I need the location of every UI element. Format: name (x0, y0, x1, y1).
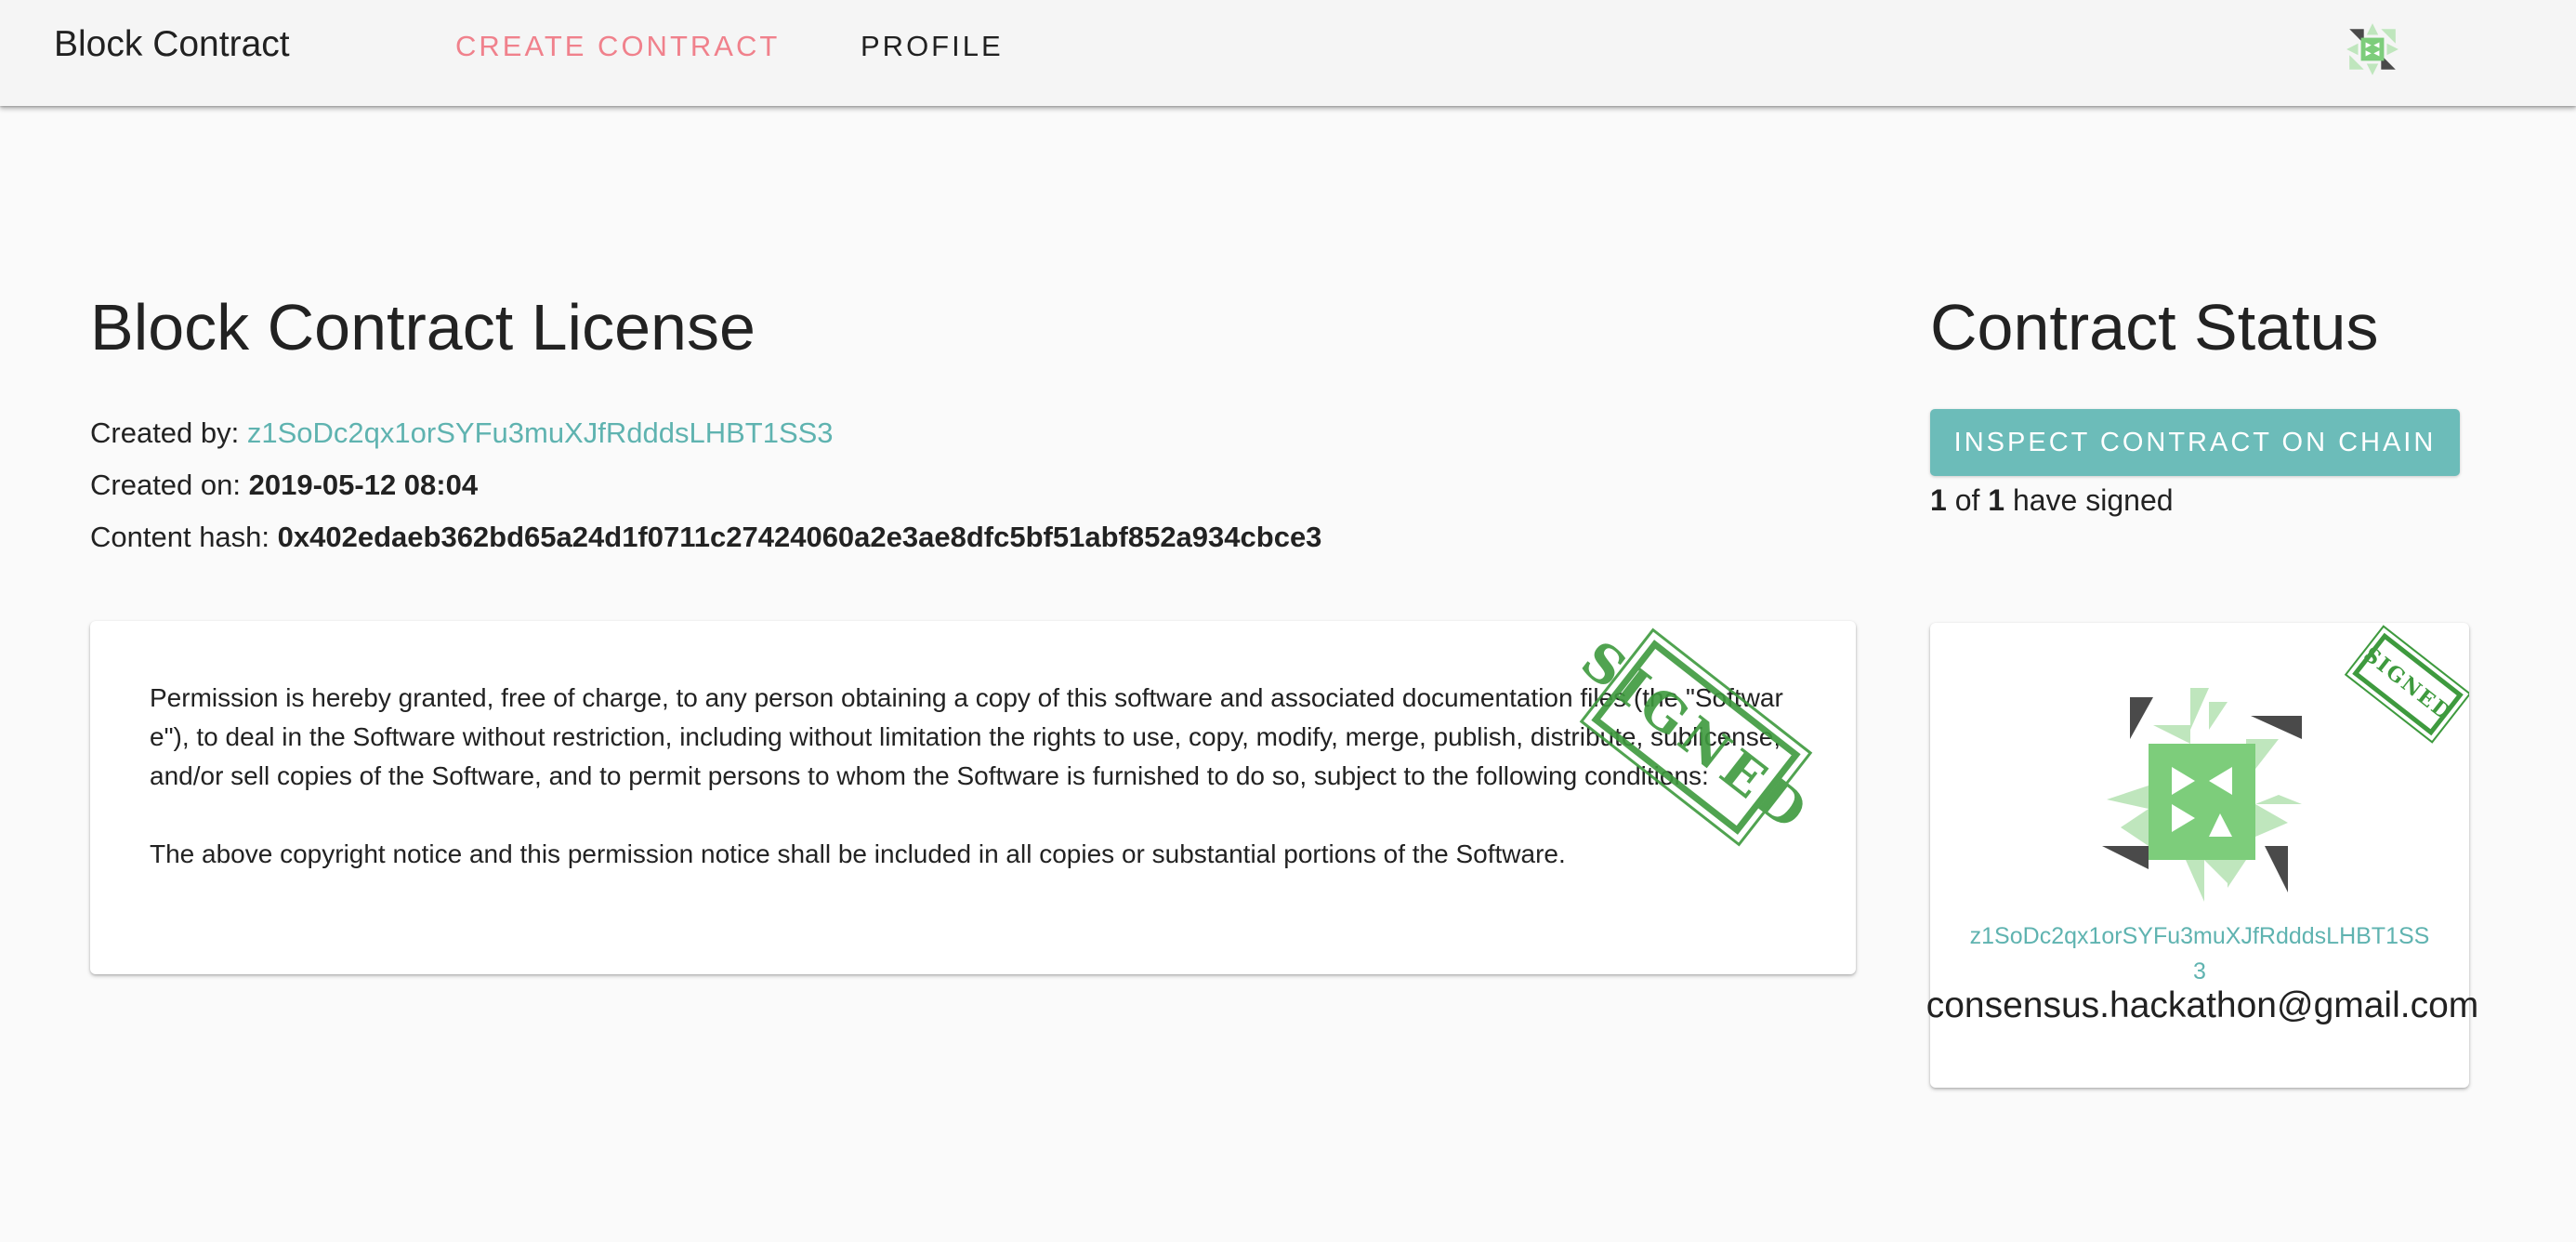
signer-email: consensus.hackathon@gmail.com (1925, 985, 2479, 1025)
content-hash-row: Content hash: 0x402edaeb362bd65a24d1f071… (90, 521, 1321, 554)
contract-title: Block Contract License (90, 291, 756, 363)
signer-address-link[interactable]: z1SoDc2qx1orSYFu3muXJfRdddsLHBT1SS3 (1967, 918, 2432, 989)
created-on-value: 2019-05-12 08:04 (248, 469, 479, 501)
nav-profile[interactable]: PROFILE (861, 30, 1004, 63)
signed-count-value: 1 (1930, 483, 1947, 517)
identicon-avatar-icon (2102, 688, 2302, 902)
contract-paragraph: Permission is hereby granted, free of ch… (150, 683, 1783, 790)
inspect-contract-button[interactable]: INSPECT CONTRACT ON CHAIN (1930, 409, 2460, 476)
signed-count-total: 1 (1988, 483, 2005, 517)
created-on-label: Created on: (90, 469, 241, 501)
signed-count-suffix: have signed (2012, 483, 2174, 517)
signed-stamp: SIGNED (2346, 623, 2469, 747)
content-hash-value: 0x402edaeb362bd65a24d1f0711c27424060a2e3… (277, 521, 1322, 553)
contract-body: Permission is hereby granted, free of ch… (150, 679, 1785, 913)
content-hash-label: Content hash: (90, 521, 270, 553)
contract-paragraph: The above copyright notice and this perm… (150, 839, 1566, 868)
contract-status-title: Contract Status (1930, 291, 2379, 363)
signed-count-of: of (1954, 483, 1980, 517)
identicon-avatar-icon[interactable] (2344, 20, 2401, 78)
creator-address-link[interactable]: z1SoDc2qx1orSYFu3muXJfRdddsLHBT1SS3 (247, 416, 834, 449)
nav-create-contract[interactable]: CREATE CONTRACT (455, 30, 780, 63)
created-by-row: Created by: z1SoDc2qx1orSYFu3muXJfRdddsL… (90, 416, 834, 450)
signed-count: 1 of 1 have signed (1930, 483, 2174, 518)
created-on-row: Created on: 2019-05-12 08:04 (90, 469, 478, 502)
app-brand[interactable]: Block Contract (54, 24, 290, 65)
created-by-label: Created by: (90, 416, 240, 449)
app-bar: Block Contract CREATE CONTRACT PROFILE (0, 0, 2576, 106)
